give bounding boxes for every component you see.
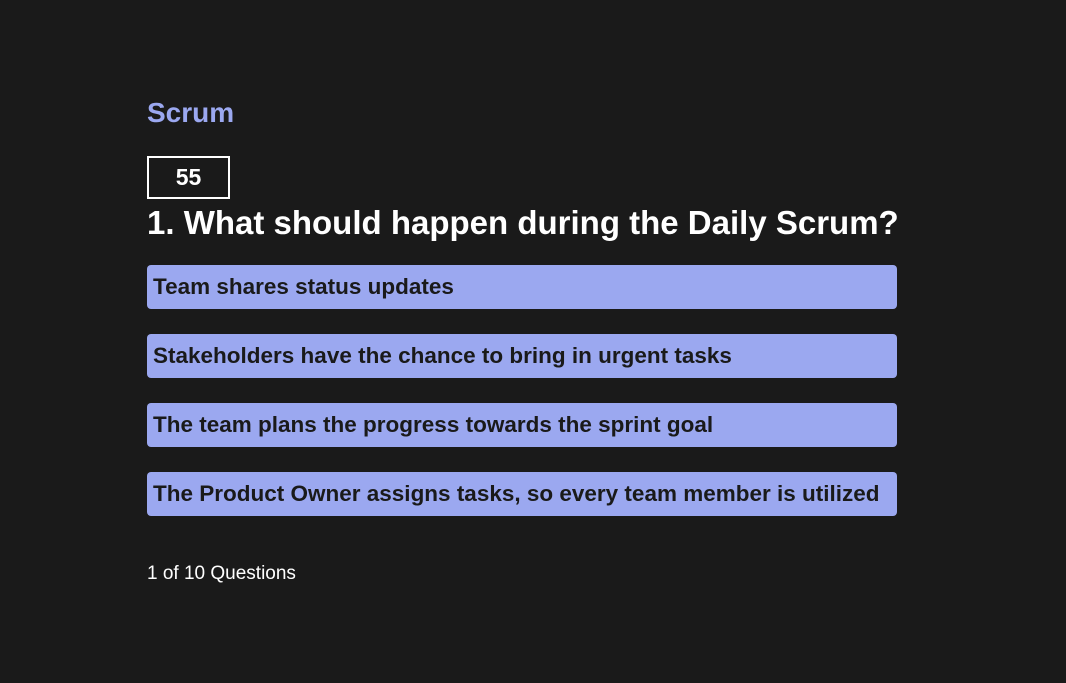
app-title: Scrum	[147, 97, 235, 128]
timer-value: 55	[175, 164, 202, 190]
question-text: 1. What should happen during the Daily S…	[147, 204, 899, 241]
answer-option-2[interactable]: Stakeholders have the chance to bring in…	[147, 334, 897, 378]
answer-label: The Product Owner assigns tasks, so ever…	[153, 481, 880, 506]
answer-option-3[interactable]: The team plans the progress towards the …	[147, 403, 897, 447]
answer-label: Stakeholders have the chance to bring in…	[153, 343, 732, 368]
answer-option-4[interactable]: The Product Owner assigns tasks, so ever…	[147, 472, 897, 516]
answer-list: Team shares status updates Stakeholders …	[147, 265, 897, 516]
question-progress: 1 of 10 Questions	[147, 563, 296, 584]
countdown-timer: 55	[147, 156, 230, 199]
quiz-container: Scrum 55 1. What should happen during th…	[147, 96, 899, 586]
answer-label: Team shares status updates	[153, 274, 454, 299]
answer-option-1[interactable]: Team shares status updates	[147, 265, 897, 309]
answer-label: The team plans the progress towards the …	[153, 412, 714, 437]
